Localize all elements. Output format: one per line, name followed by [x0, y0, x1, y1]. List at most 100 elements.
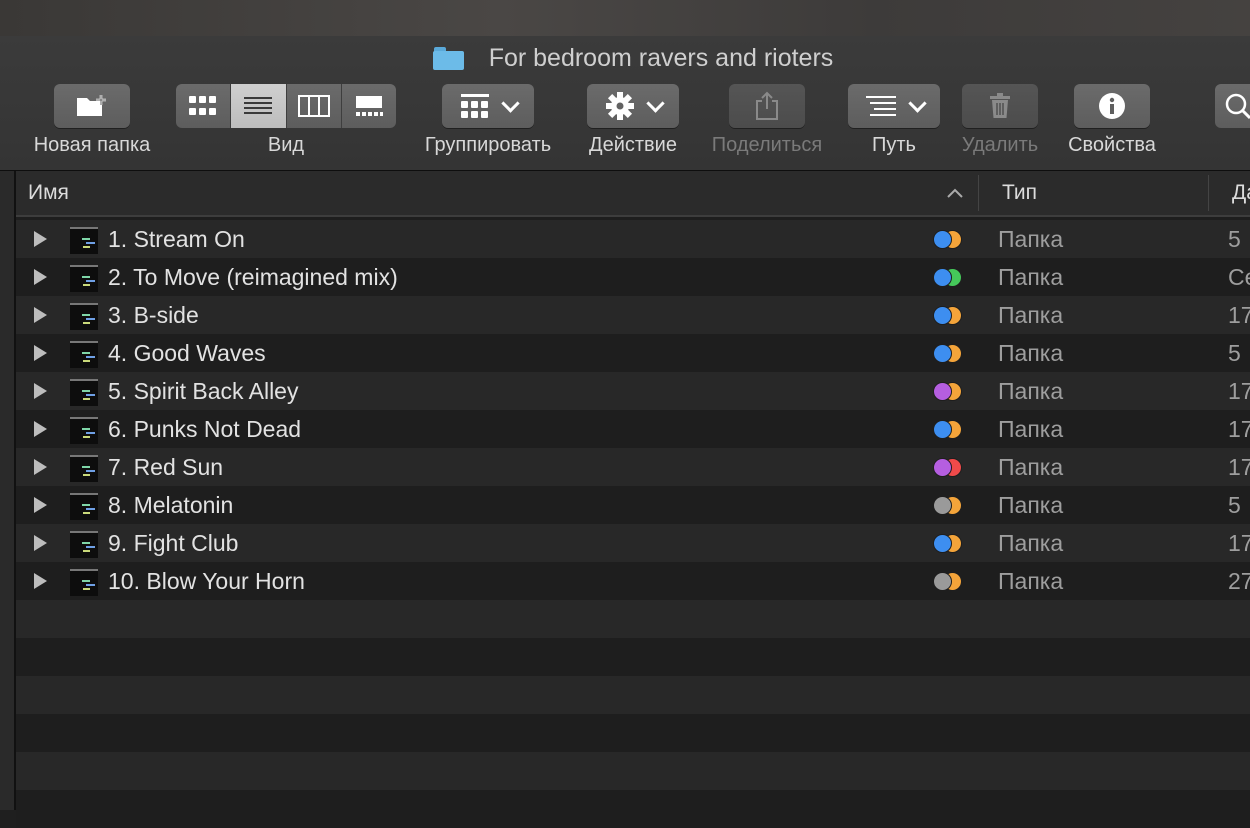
disclosure-triangle-icon[interactable]: [34, 421, 47, 437]
list-row[interactable]: 4. Good WavesПапка5: [16, 334, 1250, 372]
tag-dot: [933, 382, 952, 401]
disclosure-triangle-icon[interactable]: [34, 231, 47, 247]
new-folder-icon: [75, 93, 109, 119]
folder-thumbnail-icon: [70, 531, 98, 558]
list-row[interactable]: 5. Spirit Back AlleyПапка17: [16, 372, 1250, 410]
path-icon: [865, 95, 897, 117]
group-icon: [460, 93, 490, 119]
action-label: Действие: [572, 134, 694, 157]
folder-thumbnail-icon: [70, 379, 98, 406]
view-gallery-button[interactable]: [342, 84, 396, 128]
tag-dot: [933, 458, 952, 477]
share-button[interactable]: [729, 84, 805, 128]
list-icon: [243, 96, 273, 116]
column-divider[interactable]: [1208, 175, 1209, 211]
folder-thumbnail-icon: [70, 493, 98, 520]
grid-icon: [188, 95, 218, 117]
column-header-name[interactable]: Имя: [28, 171, 69, 215]
row-date: 17: [1228, 372, 1250, 410]
row-kind: Папка: [998, 524, 1063, 562]
row-date: 5: [1228, 220, 1241, 258]
empty-row: [16, 638, 1250, 676]
row-kind: Папка: [998, 220, 1063, 258]
column-header-date[interactable]: Да: [1232, 171, 1250, 215]
row-tags: [933, 344, 967, 362]
row-tags: [933, 534, 967, 552]
new-folder-button[interactable]: [54, 84, 130, 128]
group-label: Группировать: [410, 134, 566, 157]
row-name: 7. Red Sun: [108, 448, 223, 486]
row-name: 1. Stream On: [108, 220, 245, 258]
columns-icon: [298, 95, 330, 117]
row-kind: Папка: [998, 296, 1063, 334]
list-row[interactable]: 1. Stream On Папка 5: [16, 220, 1250, 258]
sidebar-edge: [0, 171, 16, 810]
folder-thumbnail-icon: [70, 227, 98, 254]
trash-icon: [988, 92, 1012, 120]
folder-icon: [433, 46, 465, 70]
list-row[interactable]: 10. Blow Your HornПапка27: [16, 562, 1250, 600]
tag-dot: [933, 230, 952, 249]
action-button[interactable]: [587, 84, 679, 128]
tag-dot: [933, 268, 952, 287]
column-divider[interactable]: [978, 175, 979, 211]
disclosure-triangle-icon[interactable]: [34, 573, 47, 589]
info-icon: [1097, 91, 1127, 121]
search-button[interactable]: [1215, 84, 1250, 128]
gear-icon: [605, 91, 635, 121]
list-row[interactable]: 8. Melatonin Папка 5: [16, 486, 1250, 524]
row-date: Се: [1228, 258, 1250, 296]
delete-button[interactable]: [962, 84, 1038, 128]
view-icons-button[interactable]: [176, 84, 231, 128]
view-mode-control[interactable]: [176, 84, 396, 128]
path-button[interactable]: [848, 84, 940, 128]
row-name: 6. Punks Not Dead: [108, 410, 301, 448]
column-header-kind[interactable]: Тип: [1002, 171, 1037, 215]
folder-thumbnail-icon: [70, 417, 98, 444]
toolbar: For bedroom ravers and rioters Новая пап…: [0, 36, 1250, 171]
list-row[interactable]: 7. Red SunПапка17: [16, 448, 1250, 486]
window-title: For bedroom ravers and rioters: [0, 42, 1250, 74]
row-kind: Папка: [998, 448, 1063, 486]
disclosure-triangle-icon[interactable]: [34, 269, 47, 285]
row-kind: Папка: [998, 410, 1063, 448]
chevron-down-icon: [908, 94, 926, 112]
disclosure-triangle-icon[interactable]: [34, 307, 47, 323]
info-button[interactable]: [1074, 84, 1150, 128]
list-header: Имя Тип Да: [16, 171, 1250, 217]
disclosure-triangle-icon[interactable]: [34, 497, 47, 513]
disclosure-triangle-icon[interactable]: [34, 345, 47, 361]
disclosure-triangle-icon[interactable]: [34, 535, 47, 551]
row-tags: [933, 496, 967, 514]
empty-row: [16, 790, 1250, 828]
tag-dot: [933, 572, 952, 591]
view-columns-button[interactable]: [287, 84, 342, 128]
list-row[interactable]: 6. Punks Not DeadПапка17: [16, 410, 1250, 448]
disclosure-triangle-icon[interactable]: [34, 459, 47, 475]
row-date: 27: [1228, 562, 1250, 600]
chevron-down-icon: [501, 94, 519, 112]
list-row[interactable]: 3. B-sideПапка17: [16, 296, 1250, 334]
view-label: Вид: [236, 134, 336, 157]
folder-thumbnail-icon: [70, 455, 98, 482]
list-row[interactable]: 9. Fight ClubПапка17: [16, 524, 1250, 562]
row-kind: Папка: [998, 486, 1063, 524]
tag-dot: [933, 306, 952, 325]
row-date: 5: [1228, 486, 1241, 524]
tag-dot: [933, 496, 952, 515]
group-button[interactable]: [442, 84, 534, 128]
empty-row: [16, 600, 1250, 638]
search-icon: [1223, 91, 1250, 121]
row-name: 9. Fight Club: [108, 524, 238, 562]
row-tags: [933, 572, 967, 590]
row-name: 8. Melatonin: [108, 486, 233, 524]
view-list-button[interactable]: [231, 84, 286, 128]
folder-thumbnail-icon: [70, 569, 98, 596]
sort-ascending-icon: [946, 187, 964, 199]
disclosure-triangle-icon[interactable]: [34, 383, 47, 399]
file-list: 1. Stream OnПапка52. To Move (reimagined…: [16, 220, 1250, 828]
share-icon: [754, 91, 780, 121]
tag-dot: [933, 534, 952, 553]
empty-row: [16, 714, 1250, 752]
list-row[interactable]: 2. To Move (reimagined mix)ПапкаСе: [16, 258, 1250, 296]
